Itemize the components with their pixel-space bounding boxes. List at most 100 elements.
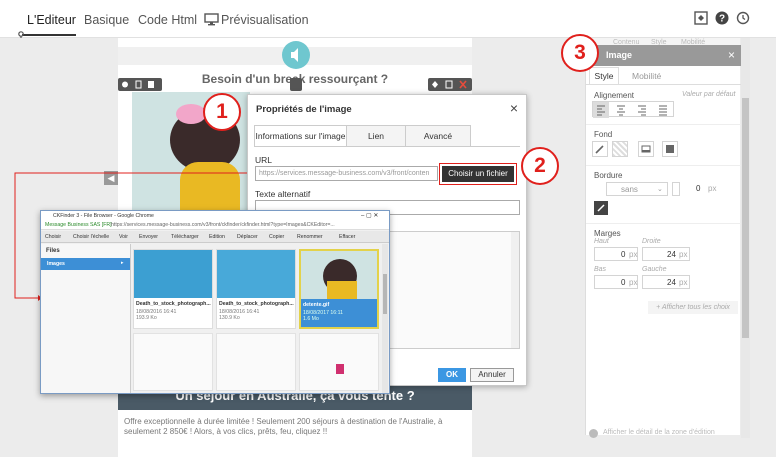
tab-code-html[interactable]: Code Html [138,13,197,27]
fb-tool-view[interactable]: Voir [119,234,128,240]
fb-file-size: 1.6 Mo [303,316,319,322]
fb-file-name: Death_to_stock_photograph... [136,301,211,307]
speaker-logo [282,41,310,69]
callout-3: 3 [561,34,599,72]
border-width-unit: px [708,184,717,193]
dialog-close-button[interactable]: × [510,100,518,116]
url-input[interactable]: https://services.message-business.com/v3… [255,166,438,181]
panel-title: Image [606,50,633,60]
fb-file-tile[interactable]: Death_to_stock_photograph... 18/08/2016 … [133,249,213,329]
section-divider [586,223,741,224]
margin-bottom-label: Bas [594,266,607,273]
block-toolbar-left[interactable] [118,78,162,91]
margin-right-input[interactable]: 24 px [642,247,690,261]
fb-folder-label: Images [47,261,65,267]
tab-editeur[interactable]: L'Editeur [27,13,76,27]
align-left-icon[interactable] [592,101,608,117]
margin-left-input[interactable]: 24 px [642,275,690,289]
margins-label: Marges [594,229,621,238]
section-divider [586,124,741,125]
show-all-options-button[interactable]: + Afficher tous les choix [648,301,738,314]
fb-folder-pane: Files Images ▸ [41,244,131,393]
margin-bottom-unit: px [629,278,638,287]
ok-button[interactable]: OK [438,368,466,382]
panel-divider [586,84,741,85]
fb-tool-download[interactable]: Télécharger [171,234,199,240]
fb-scrollbar[interactable] [382,244,388,393]
margin-top-input[interactable]: 0 px [594,247,638,261]
tab-basique[interactable]: Basique [84,13,129,27]
picture-icon[interactable] [662,141,678,157]
fb-tool-delete[interactable]: Effacer [339,234,355,240]
margin-left-unit: px [679,278,688,287]
margin-bottom-input[interactable]: 0 px [594,275,638,289]
align-center-icon[interactable] [613,101,629,117]
fb-file-tile[interactable] [299,333,379,391]
fb-folder-arrow-icon: ▸ [121,260,124,266]
transparent-color-icon[interactable] [612,141,628,157]
fb-tool-choose[interactable]: Choisir [45,234,61,240]
fb-titlebar: CKFinder 3 - File Browser - Google Chrom… [41,211,389,221]
tab-image-info[interactable]: Informations sur l'image [254,125,347,147]
fb-file-tile[interactable]: Death_to_stock_photograph... 18/08/2016 … [216,249,296,329]
fb-file-name: Death_to_stock_photograph... [219,301,294,307]
panel-footer: Afficher le détail de la zone d'édition [585,428,745,440]
panel-tab-style-active[interactable]: Style [589,67,619,84]
default-value-label: Valeur par défaut [682,91,736,98]
history-icon[interactable] [736,11,751,26]
fb-tool-copy[interactable]: Copier [269,234,284,240]
fb-window-controls[interactable]: – ▢ ✕ [361,212,378,219]
fb-tool-upload[interactable]: Envoyer [139,234,158,240]
margin-left-value: 24 [667,278,676,287]
border-style-select[interactable]: sans ⌄ [606,182,668,196]
margin-bottom-value: 0 [621,278,626,287]
brush-icon[interactable] [592,141,608,157]
fb-tool-choose-scale[interactable]: Choisir l'échelle [73,234,109,240]
block-toolbar-center[interactable] [290,78,302,91]
fb-file-name: detente.gif [303,302,330,308]
fb-tool-edit[interactable]: Edition [209,234,225,240]
panel-footer-link[interactable]: Afficher le détail de la zone d'édition [603,429,715,436]
border-width-stepper[interactable] [672,182,680,196]
fb-file-size: 193.9 Ko [136,315,157,321]
fullscreen-icon[interactable] [694,11,709,26]
align-justify-icon[interactable] [655,101,671,117]
fb-folder-images[interactable]: Images ▸ [41,258,130,270]
email-body-text: Offre exceptionnelle à durée limitée ! S… [124,417,443,436]
alignment-label: Alignement [594,91,635,100]
sunglasses-shape [176,104,206,124]
fb-file-tile-selected[interactable]: detente.gif 18/08/2017 16:11 1.6 Mo [299,249,379,329]
panel-tab-mobility[interactable]: Mobilité [632,71,661,81]
tab-link[interactable]: Lien [346,125,406,147]
section-divider [586,165,741,166]
image-bg-icon[interactable] [638,141,654,157]
border-width-value[interactable]: 0 [696,184,700,193]
tab-previsualisation[interactable]: Prévisualisation [221,13,309,27]
cancel-button[interactable]: Annuler [470,368,514,382]
fb-thumb [336,364,344,374]
fb-thumb [217,250,295,298]
dialog-title: Propriétés de l'image [256,104,352,115]
panel-scrollbar[interactable] [741,38,750,438]
fb-tool-rename[interactable]: Renommer [297,234,323,240]
panel-titlebar: Image × [586,45,741,66]
choose-file-highlight [439,163,517,185]
border-color-icon[interactable] [594,201,608,215]
fb-scrollbar-thumb[interactable] [383,274,387,314]
monitor-icon [204,13,219,29]
fb-tool-move[interactable]: Déplacer [237,234,258,240]
margin-right-unit: px [679,250,688,259]
panel-close-button[interactable]: × [728,48,735,62]
info-icon [589,429,598,438]
fb-file-tile[interactable] [216,333,296,391]
preview-scrollbar[interactable] [511,232,519,348]
fb-file-tile[interactable] [133,333,213,391]
panel-scrollbar-thumb[interactable] [742,98,749,338]
help-icon[interactable]: ? [715,11,730,26]
align-right-icon[interactable] [634,101,650,117]
file-browser-window: CKFinder 3 - File Browser - Google Chrom… [40,210,390,394]
tab-advanced[interactable]: Avancé [405,125,471,147]
border-label: Bordure [594,171,623,180]
block-toolbar-right[interactable] [428,78,472,91]
margin-top-value: 0 [621,250,626,259]
